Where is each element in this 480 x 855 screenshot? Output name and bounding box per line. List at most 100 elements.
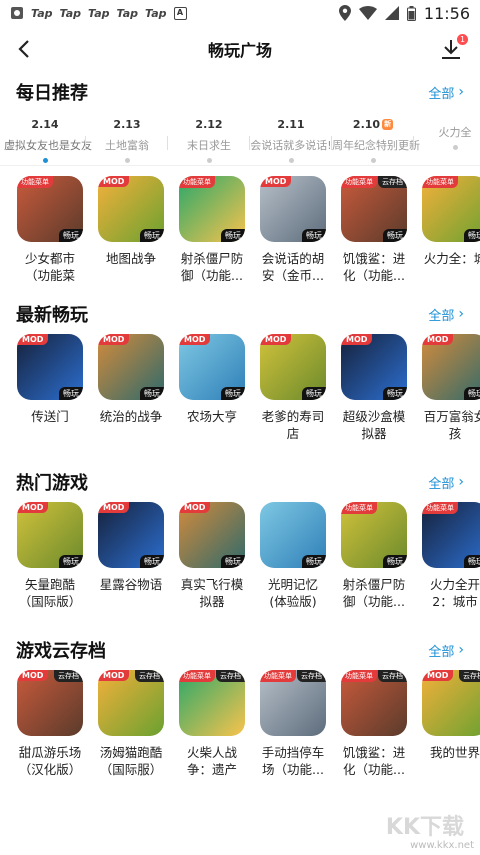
- app-item[interactable]: MOD 云存档我的世界: [422, 670, 480, 788]
- app-icon[interactable]: 功能菜单 云存档: [341, 670, 407, 736]
- app-item[interactable]: MOD 畅玩地图战争: [98, 176, 164, 294]
- app-item[interactable]: 功能菜单 云存档 畅玩饥饿鲨：进化（功能...: [341, 176, 407, 294]
- app-icon[interactable]: MOD 畅玩: [17, 502, 83, 568]
- app-item[interactable]: MOD 云存档甜瓜游乐场（汉化版）: [17, 670, 83, 788]
- app-icon[interactable]: MOD 畅玩: [179, 334, 245, 400]
- app-item[interactable]: MOD 畅玩 星露谷物语: [98, 502, 164, 620]
- newest-app-row: MOD 畅玩 传送门 MOD 畅玩 统治的战争 MOD 畅玩 农场大亨 MOD 畅玩 老爹的寿司店 MO…: [0, 334, 480, 452]
- app-icon[interactable]: 功能菜单畅玩: [422, 502, 480, 568]
- app-item[interactable]: MOD 畅玩 老爹的寿司店: [260, 334, 326, 452]
- app-item[interactable]: 功能菜单 畅玩射杀僵尸防御（功能...: [341, 502, 407, 620]
- app-icon[interactable]: MOD 云存档: [422, 670, 480, 736]
- hot-app-row: MOD 畅玩 矢量跑酷（国际版） MOD 畅玩 星露谷物语 MOD 畅玩 真实飞行模拟器 畅玩 光明…: [0, 502, 480, 620]
- mod-badge: MOD: [98, 334, 130, 345]
- date-value: 2.11: [277, 118, 305, 131]
- app-icon[interactable]: 功能菜单畅玩: [179, 176, 245, 242]
- mod-badge: MOD: [17, 670, 49, 681]
- app-icon[interactable]: MOD 畅玩: [179, 502, 245, 568]
- app-icon[interactable]: 功能菜单 云存档: [179, 670, 245, 736]
- app-item[interactable]: MOD 畅玩 矢量跑酷（国际版）: [17, 502, 83, 620]
- date-topic: 会说话就多说话!: [250, 139, 332, 152]
- app-name: 手动挡停车场（功能...: [261, 745, 325, 777]
- app-icon[interactable]: 功能菜单 云存档: [260, 670, 326, 736]
- cloud-save-badge: 云存档: [378, 176, 407, 188]
- signal-icon: [384, 6, 399, 20]
- app-item[interactable]: 功能菜单畅玩少女都市（功能菜单）: [17, 176, 83, 294]
- app-icon[interactable]: MOD 畅玩: [260, 176, 326, 242]
- app-icon[interactable]: 功能菜单畅玩: [341, 502, 407, 568]
- app-item[interactable]: MOD 畅玩 会说话的胡安（金币...: [260, 176, 326, 294]
- mod-badge: MOD: [260, 176, 292, 187]
- notification-icon: [11, 7, 23, 19]
- date-indicator-dot: [206, 158, 212, 163]
- feature-menu-badge: 功能菜单: [422, 502, 458, 514]
- app-item[interactable]: 畅玩 光明记忆(体验版): [260, 502, 326, 620]
- app-icon[interactable]: MOD 畅玩: [98, 502, 164, 568]
- cloud-section-header: 游戏云存档 全部 ›: [0, 630, 480, 670]
- date-topic: 周年纪念特别更新: [332, 139, 420, 152]
- chevron-right-icon: ›: [458, 84, 464, 100]
- app-name: 饥饿鲨：进化（功能...: [342, 251, 406, 283]
- more-label: 全部: [428, 86, 455, 102]
- app-item[interactable]: MOD 畅玩 传送门: [17, 334, 83, 452]
- app-item[interactable]: 功能菜单畅玩火力全：城: [422, 176, 480, 294]
- back-arrow-icon[interactable]: [12, 36, 38, 62]
- play-badge: 畅玩: [464, 229, 480, 242]
- app-item[interactable]: MOD 畅玩 超级沙盒模拟器: [341, 334, 407, 452]
- watermark: www.kkx.net: [410, 840, 474, 851]
- play-badge: 畅玩: [302, 387, 326, 400]
- app-name: 火柴人战争：遗产（...: [186, 745, 237, 777]
- app-icon[interactable]: MOD 畅玩: [98, 334, 164, 400]
- app-icon[interactable]: 畅玩: [260, 502, 326, 568]
- cloud-app-row: MOD 云存档 甜瓜游乐场（汉化版） MOD 云存档 汤姆猫跑酷（国际服） 功能菜单 云存档火…: [0, 670, 480, 788]
- date-tab[interactable]: 2.14 虚拟女友也是女友: [4, 112, 92, 165]
- app-icon[interactable]: MOD 畅玩: [17, 334, 83, 400]
- app-icon[interactable]: MOD 畅玩: [98, 176, 164, 242]
- date-tab[interactable]: 2.12 末日求生: [168, 112, 250, 165]
- app-item[interactable]: 功能菜单 云存档 饥饿鲨：进化（功能...: [341, 670, 407, 788]
- app-icon[interactable]: MOD 畅玩: [260, 334, 326, 400]
- date-tab[interactable]: 2.11 会说话就多说话!: [250, 112, 332, 165]
- app-item[interactable]: MOD 畅玩百万富翁女孩: [422, 334, 480, 452]
- app-icon[interactable]: MOD 云存档: [17, 670, 83, 736]
- daily-more-link[interactable]: 全部 ›: [428, 83, 464, 102]
- mod-badge: MOD: [422, 670, 454, 681]
- feature-menu-badge: 功能菜单: [179, 670, 215, 682]
- page-title: 畅玩广场: [207, 41, 272, 60]
- mod-badge: MOD: [179, 334, 211, 345]
- play-badge: 畅玩: [302, 555, 326, 568]
- newest-section-header: 最新畅玩 全部 ›: [0, 294, 480, 334]
- app-item[interactable]: MOD 畅玩 真实飞行模拟器: [179, 502, 245, 620]
- app-icon[interactable]: MOD 畅玩: [341, 334, 407, 400]
- date-label: 2.14: [4, 118, 86, 131]
- date-tab[interactable]: 2.10 新周年纪念特别更新: [332, 112, 420, 165]
- section-title: 最新畅玩: [16, 305, 88, 326]
- date-tab[interactable]: 2.13 土地富翁: [86, 112, 168, 165]
- download-button[interactable]: 1: [438, 34, 468, 64]
- app-item[interactable]: 功能菜单云存档火柴人战争：遗产（...: [179, 670, 245, 788]
- app-header: 畅玩广场 1: [0, 26, 480, 72]
- app-icon[interactable]: 功能菜单 云存档 畅玩: [341, 176, 407, 242]
- mod-badge: MOD: [98, 176, 130, 187]
- section-title: 每日推荐: [16, 83, 88, 104]
- app-item[interactable]: MOD 云存档 汤姆猫跑酷（国际服）: [98, 670, 164, 788]
- feature-menu-badge: 功能菜单: [422, 176, 458, 188]
- app-name: 甜瓜游乐场（汉化版）: [18, 745, 82, 777]
- app-icon[interactable]: MOD 云存档: [98, 670, 164, 736]
- app-item[interactable]: 功能菜单畅玩火力全开2：城市狂...: [422, 502, 480, 620]
- app-item[interactable]: MOD 畅玩 农场大亨: [179, 334, 245, 452]
- app-item[interactable]: MOD 畅玩 统治的战争: [98, 334, 164, 452]
- date-tab[interactable]: 火力全: [414, 112, 480, 165]
- newest-more-link[interactable]: 全部 ›: [428, 305, 464, 324]
- app-item[interactable]: 功能菜单 云存档手动挡停车场（功能...: [260, 670, 326, 788]
- app-item[interactable]: 功能菜单 畅玩 射杀僵尸防御（功能...: [179, 176, 245, 294]
- play-badge: 畅玩: [221, 387, 245, 400]
- app-name: 地图战争: [105, 251, 156, 266]
- cloud-more-link[interactable]: 全部 ›: [428, 641, 464, 660]
- app-icon[interactable]: MOD 畅玩: [422, 334, 480, 400]
- app-icon[interactable]: 功能菜单畅玩: [17, 176, 83, 242]
- app-icon[interactable]: 功能菜单畅玩: [422, 176, 480, 242]
- hot-more-link[interactable]: 全部 ›: [428, 473, 464, 492]
- app-name: 射杀僵尸防御（功能...: [342, 577, 406, 609]
- app-name: 火力全：城: [423, 251, 480, 266]
